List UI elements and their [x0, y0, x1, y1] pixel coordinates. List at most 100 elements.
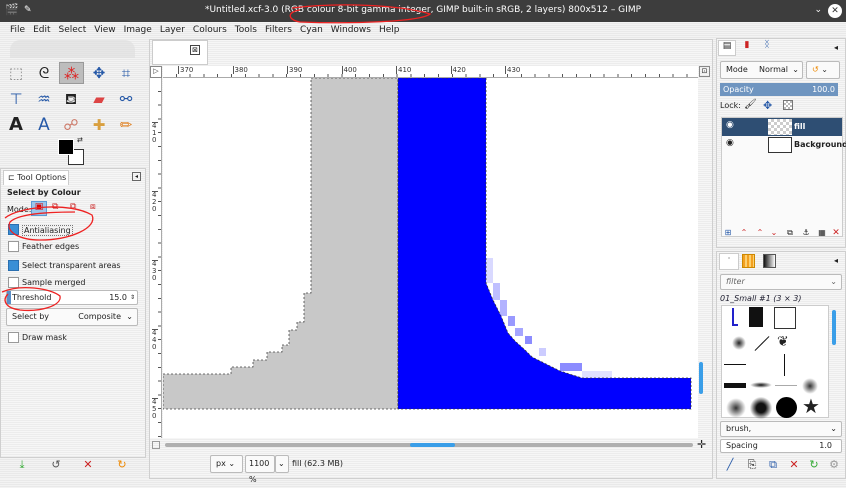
menu-edit[interactable]: Edit: [29, 22, 54, 38]
move-icon[interactable]: ✥: [88, 62, 110, 84]
select-by-dropdown[interactable]: Select by Composite ⌄: [6, 308, 138, 326]
pin-icon[interactable]: ✎: [24, 0, 32, 20]
swap-colors-icon[interactable]: ⇄: [77, 136, 83, 144]
new-layer-group-icon[interactable]: ⊞: [720, 228, 736, 237]
menu-file[interactable]: File: [6, 22, 29, 38]
lock-pixels-icon[interactable]: 🖌: [744, 99, 757, 110]
tab-gradients[interactable]: [763, 254, 776, 268]
free-select-icon[interactable]: ᘓ: [33, 62, 55, 84]
draw-mask-checkbox[interactable]: [8, 332, 19, 343]
tab-paths[interactable]: ᛝ: [758, 40, 776, 56]
sample-merged-checkbox[interactable]: [8, 277, 19, 288]
select-by-colour-icon[interactable]: ⁂: [59, 62, 84, 84]
brush-scrollbar[interactable]: [832, 310, 836, 345]
tab-layers[interactable]: ▤: [718, 40, 736, 56]
bucket-fill-icon[interactable]: ⛾: [60, 88, 82, 110]
layer-row-fill[interactable]: ◉ fill: [722, 118, 842, 136]
close-image-icon[interactable]: ⊠: [190, 45, 200, 55]
menu-colours[interactable]: Colours: [189, 22, 231, 38]
paths-icon[interactable]: ⚯: [115, 88, 137, 110]
visibility-eye-icon[interactable]: ◉: [726, 120, 734, 130]
menu-image[interactable]: Image: [120, 22, 156, 38]
brush-item[interactable]: [749, 307, 763, 327]
crop-icon[interactable]: ⌗: [115, 62, 137, 84]
heal-icon[interactable]: ✚: [88, 114, 110, 136]
opacity-slider[interactable]: Opacity 100.0: [720, 83, 838, 96]
vertical-scrollbar[interactable]: [699, 362, 703, 394]
antialiasing-checkbox[interactable]: [8, 224, 19, 235]
chevron-down-icon[interactable]: ⌄: [814, 0, 822, 20]
foreground-color[interactable]: [58, 139, 74, 155]
measure-icon[interactable]: A: [33, 114, 55, 136]
brush-item[interactable]: [802, 378, 818, 394]
lock-alpha-icon[interactable]: [783, 100, 793, 110]
lock-position-icon[interactable]: ✥: [763, 99, 772, 112]
threshold-slider[interactable]: Threshold 15.0 ⇕: [6, 290, 138, 305]
open-brush-as-image-icon[interactable]: ⚙: [826, 458, 842, 471]
brush-item[interactable]: [776, 397, 797, 418]
warp-icon[interactable]: ♒: [33, 88, 55, 110]
brush-item[interactable]: [775, 385, 797, 386]
brush-item[interactable]: [750, 382, 772, 388]
brush-item[interactable]: [750, 397, 772, 419]
vertical-ruler[interactable]: 410 420 430 440 450: [150, 78, 162, 438]
menu-windows[interactable]: Windows: [327, 22, 375, 38]
duplicate-brush-icon[interactable]: ⧉: [765, 458, 781, 472]
panel-menu-icon[interactable]: ◂: [834, 43, 838, 52]
eraser-icon[interactable]: ▰: [88, 88, 110, 110]
brush-item[interactable]: ★: [802, 394, 820, 418]
navigate-icon[interactable]: ✛: [697, 438, 706, 451]
visibility-eye-icon[interactable]: ◉: [726, 138, 734, 148]
horizontal-scrollbar[interactable]: [165, 443, 693, 447]
brush-tag-input[interactable]: brush, ⌄: [720, 421, 842, 437]
brush-filter-input[interactable]: filter ⌄: [720, 274, 842, 290]
menu-help[interactable]: Help: [375, 22, 404, 38]
tab-tool-options[interactable]: ⊏ Tool Options: [3, 170, 69, 185]
brush-item[interactable]: [784, 354, 785, 376]
horizontal-ruler[interactable]: 370 380 390 400 410 420 430: [163, 66, 698, 78]
mode-replace-button[interactable]: ▣: [31, 201, 47, 216]
mode-add-button[interactable]: ⧉: [52, 202, 58, 212]
select-transparent-checkbox[interactable]: [8, 260, 19, 271]
mode-subtract-button[interactable]: ⧉: [70, 202, 76, 212]
anchor-layer-icon[interactable]: ⚓: [798, 228, 814, 237]
panel-menu-icon[interactable]: ◂: [834, 256, 838, 265]
unified-transform-icon[interactable]: ⊤: [5, 88, 27, 110]
reset-options-icon[interactable]: ↻: [114, 458, 130, 471]
brush-item[interactable]: [754, 336, 770, 351]
panel-menu-icon[interactable]: ◂: [132, 172, 141, 181]
menu-select[interactable]: Select: [55, 22, 91, 38]
tab-channels[interactable]: ▮: [738, 40, 756, 56]
brush-item[interactable]: [724, 364, 746, 365]
refresh-brushes-icon[interactable]: ↻: [806, 458, 822, 471]
menu-view[interactable]: View: [90, 22, 119, 38]
composite-mode-dropdown[interactable]: ↺ ⌄: [806, 61, 840, 79]
quick-mask-toggle[interactable]: ▷: [150, 66, 162, 78]
smudge-icon[interactable]: ☍: [60, 114, 82, 136]
brush-item[interactable]: ❦: [777, 334, 789, 350]
duplicate-layer-icon[interactable]: ⧉: [782, 228, 798, 238]
brush-item[interactable]: [724, 383, 746, 388]
delete-layer-icon[interactable]: ✕: [828, 228, 844, 238]
text-icon[interactable]: A: [5, 114, 27, 136]
feather-edges-checkbox[interactable]: [8, 241, 19, 252]
raise-layer-icon[interactable]: ⌃: [736, 228, 752, 237]
close-icon[interactable]: ✕: [828, 4, 842, 18]
brush-item[interactable]: [726, 398, 746, 418]
tab-brushes[interactable]: ·: [719, 253, 739, 270]
tab-patterns[interactable]: [742, 254, 755, 268]
zoom-dropdown[interactable]: ⌄: [275, 455, 289, 473]
menu-filters[interactable]: Filters: [261, 22, 296, 38]
navigate-corner-button[interactable]: [152, 441, 160, 449]
rect-select-icon[interactable]: ⬚: [5, 62, 27, 84]
layer-row-background[interactable]: ◉ Background: [722, 136, 846, 154]
spacing-slider[interactable]: Spacing 1.0: [720, 439, 842, 453]
pencil-icon[interactable]: ✏: [115, 114, 137, 136]
spin-arrows-icon[interactable]: ⇕: [130, 291, 135, 305]
edit-brush-icon[interactable]: ╱: [722, 458, 738, 471]
zoom-to-fit-icon[interactable]: ⊡: [699, 66, 710, 77]
delete-options-icon[interactable]: ✕: [80, 458, 96, 471]
brush-item[interactable]: [732, 336, 746, 350]
mode-intersect-button[interactable]: ⧈: [90, 202, 96, 212]
unit-dropdown[interactable]: px ⌄: [210, 455, 243, 473]
